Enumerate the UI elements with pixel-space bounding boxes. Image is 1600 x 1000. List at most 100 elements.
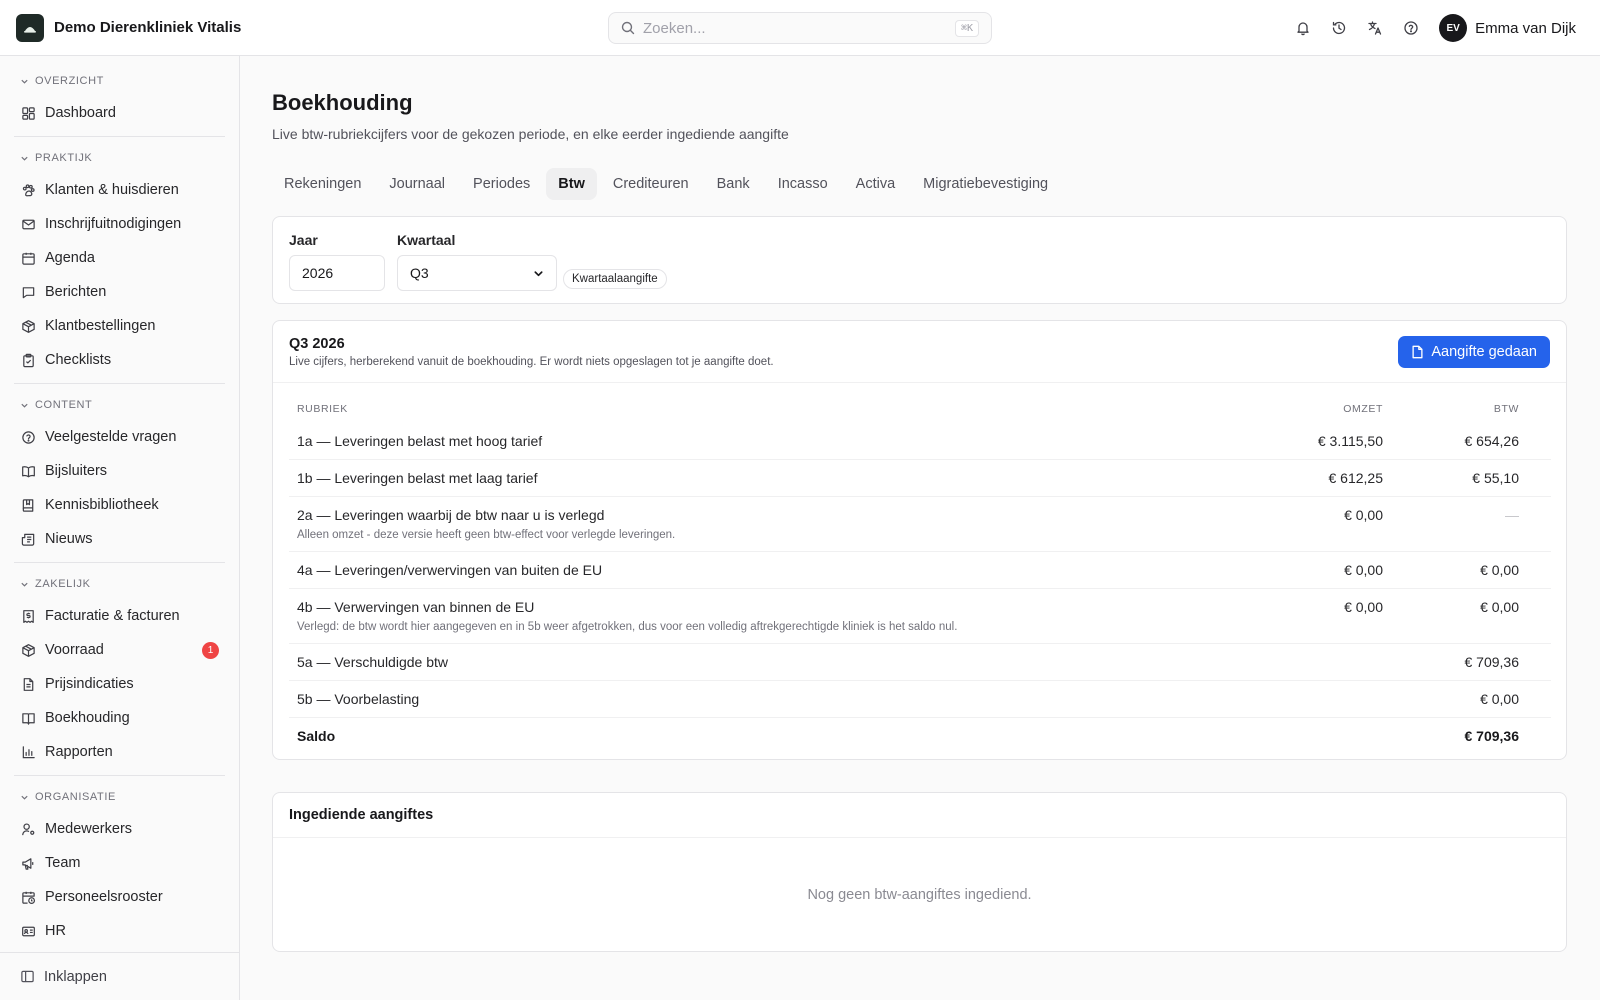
- table-header: RUBRIEK OMZET BTW: [289, 397, 1551, 423]
- user-cog-icon: [20, 821, 36, 837]
- sidebar-item-rapporten[interactable]: Rapporten: [0, 735, 239, 769]
- ledger-icon: [20, 710, 36, 726]
- submit-return-button[interactable]: Aangifte gedaan: [1398, 336, 1550, 368]
- section-zakelijk[interactable]: ZAKELIJK: [0, 569, 239, 599]
- sidebar-item-medewerkers[interactable]: Medewerkers: [0, 812, 239, 846]
- sidebar-item-boekhouding[interactable]: Boekhouding: [0, 701, 239, 735]
- tab-rekeningen[interactable]: Rekeningen: [272, 168, 373, 200]
- total-value: € 709,36: [1464, 728, 1520, 744]
- brand[interactable]: Demo Dierenkliniek Vitalis: [0, 13, 600, 42]
- page-subtitle: Live btw-rubriekcijfers voor de gekozen …: [272, 126, 789, 142]
- chevron-down-icon: [21, 582, 28, 587]
- table-row: 5b — Voorbelasting € 0,00: [289, 681, 1551, 718]
- megaphone-icon: [20, 855, 36, 871]
- table-row: 1b — Leveringen belast met laag tarief €…: [289, 460, 1551, 497]
- sidebar-item-kennisbibliotheek[interactable]: Kennisbibliotheek: [0, 488, 239, 522]
- calendar-clock-icon: [20, 889, 36, 905]
- empty-state-text: Nog geen btw-aangiftes ingediend.: [807, 887, 1032, 903]
- sidebar-item-voorraad[interactable]: Voorraad 1: [0, 633, 239, 667]
- sidebar-item-facturatie[interactable]: Facturatie & facturen: [0, 599, 239, 633]
- chat-icon: [20, 284, 36, 300]
- sidebar-item-veelgestelde-vragen[interactable]: Veelgestelde vragen: [0, 420, 239, 454]
- bell-icon[interactable]: [1285, 10, 1321, 46]
- total-label: Saldo: [297, 728, 336, 744]
- divider: [14, 562, 225, 563]
- tab-periodes[interactable]: Periodes: [461, 168, 542, 200]
- table-row: 1a — Leveringen belast met hoog tarief €…: [289, 423, 1551, 460]
- notification-badge: 1: [202, 642, 219, 659]
- sidebar-item-prijsindicaties[interactable]: Prijsindicaties: [0, 667, 239, 701]
- quarter-label: Kwartaal: [397, 232, 456, 248]
- mail-icon: [20, 216, 36, 232]
- document-icon: [20, 676, 36, 692]
- sidebar: OVERZICHT Dashboard PRAKTIJK Klanten & h…: [0, 56, 240, 1000]
- year-value: 2026: [302, 265, 334, 281]
- sidebar-item-dashboard[interactable]: Dashboard: [0, 96, 239, 130]
- vat-card-header: Q3 2026 Live cijfers, herberekend vanuit…: [273, 321, 1566, 383]
- column-header-rubriek: RUBRIEK: [297, 403, 348, 415]
- quarter-select[interactable]: Q3: [397, 255, 557, 291]
- row-note: Alleen omzet - deze versie heeft geen bt…: [297, 529, 676, 541]
- section-organisatie[interactable]: ORGANISATIE: [0, 782, 239, 812]
- vat-period-subtitle: Live cijfers, herberekend vanuit de boek…: [289, 356, 774, 368]
- vat-return-card: Q3 2026 Live cijfers, herberekend vanuit…: [272, 320, 1567, 760]
- tab-incasso[interactable]: Incasso: [766, 168, 840, 200]
- user-name[interactable]: Emma van Dijk: [1475, 20, 1576, 37]
- search-input[interactable]: Zoeken... ⌘K: [608, 12, 992, 44]
- sidebar-item-checklists[interactable]: Checklists: [0, 343, 239, 377]
- quarterly-return-chip: Kwartaalaangifte: [563, 269, 667, 289]
- table-row: 4b — Verwervingen van binnen de EU Verle…: [289, 589, 1551, 644]
- collapse-sidebar-button[interactable]: Inklappen: [0, 952, 239, 1000]
- sidebar-item-team[interactable]: Team: [0, 846, 239, 880]
- search-placeholder: Zoeken...: [643, 19, 706, 37]
- search-shortcut: ⌘K: [954, 19, 979, 37]
- column-header-btw: BTW: [1493, 403, 1519, 415]
- vat-period-title: Q3 2026: [289, 336, 345, 352]
- year-input[interactable]: 2026: [289, 255, 385, 291]
- sidebar-item-berichten[interactable]: Berichten: [0, 275, 239, 309]
- app-name: Demo Dierenkliniek Vitalis: [54, 19, 242, 36]
- table-total-row: Saldo € 709,36: [289, 718, 1551, 758]
- help-icon[interactable]: [1393, 10, 1429, 46]
- chevron-down-icon: [534, 270, 543, 276]
- sidebar-item-personeelsrooster[interactable]: Personeelsrooster: [0, 880, 239, 914]
- tab-migratiebevestiging[interactable]: Migratiebevestiging: [911, 168, 1060, 200]
- tab-activa[interactable]: Activa: [844, 168, 908, 200]
- sidebar-item-klantbestellingen[interactable]: Klantbestellingen: [0, 309, 239, 343]
- sidebar-item-inschrijfuitnodigingen[interactable]: Inschrijfuitnodigingen: [0, 207, 239, 241]
- sidebar-item-agenda[interactable]: Agenda: [0, 241, 239, 275]
- top-bar: Demo Dierenkliniek Vitalis Zoeken... ⌘K …: [0, 0, 1600, 56]
- divider: [273, 837, 1566, 838]
- tab-bank[interactable]: Bank: [705, 168, 762, 200]
- paw-icon: [20, 182, 36, 198]
- sidebar-panel-icon: [20, 969, 35, 984]
- tab-btw[interactable]: Btw: [546, 168, 597, 200]
- section-overzicht[interactable]: OVERZICHT: [0, 66, 239, 96]
- chevron-down-icon: [21, 156, 28, 161]
- sidebar-item-klanten[interactable]: Klanten & huisdieren: [0, 173, 239, 207]
- divider: [14, 775, 225, 776]
- sidebar-item-nieuws[interactable]: Nieuws: [0, 522, 239, 556]
- quarter-value: Q3: [410, 265, 429, 281]
- translate-icon[interactable]: [1357, 10, 1393, 46]
- table-row: 2a — Leveringen waarbij de btw naar u is…: [289, 497, 1551, 552]
- divider: [14, 383, 225, 384]
- vat-table: RUBRIEK OMZET BTW 1a — Leveringen belast…: [289, 397, 1551, 758]
- sidebar-item-bijsluiters[interactable]: Bijsluiters: [0, 454, 239, 488]
- document-icon: [1412, 345, 1423, 359]
- top-actions: EV Emma van Dijk: [1285, 0, 1576, 56]
- book-icon: [20, 497, 36, 513]
- tab-journaal[interactable]: Journaal: [377, 168, 457, 200]
- book-open-icon: [20, 463, 36, 479]
- tab-crediteuren[interactable]: Crediteuren: [601, 168, 701, 200]
- clinic-logo-icon: [16, 13, 44, 42]
- column-header-omzet: OMZET: [1343, 403, 1383, 415]
- section-content[interactable]: CONTENT: [0, 390, 239, 420]
- history-icon[interactable]: [1321, 10, 1357, 46]
- section-praktijk[interactable]: PRAKTIJK: [0, 143, 239, 173]
- search-icon: [621, 21, 635, 35]
- calendar-icon: [20, 250, 36, 266]
- question-icon: [20, 429, 36, 445]
- sidebar-item-hr[interactable]: HR: [0, 914, 239, 948]
- avatar[interactable]: EV: [1439, 14, 1468, 42]
